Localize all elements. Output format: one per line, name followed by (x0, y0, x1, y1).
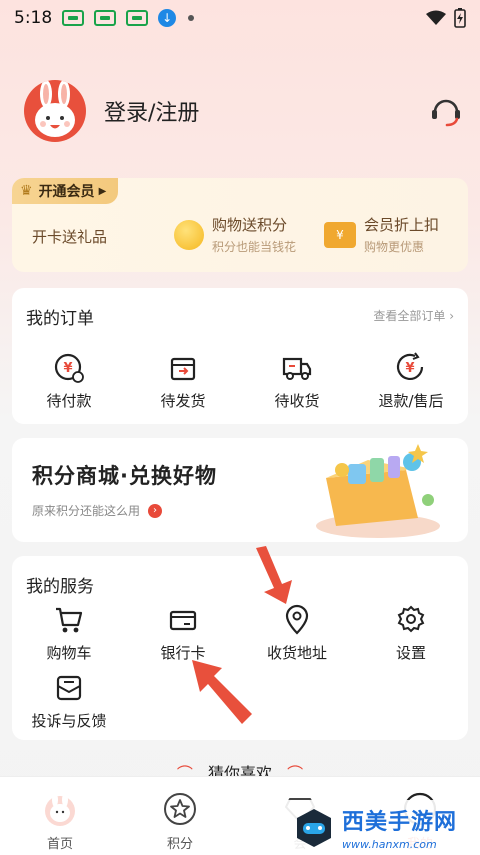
tab-label: 首页 (46, 837, 73, 852)
gamepad-logo-icon (297, 808, 331, 847)
watermark-url: www.hanxm.com (342, 838, 437, 851)
tab-home[interactable]: 首页 (0, 777, 120, 855)
star-icon (164, 793, 196, 825)
annotation-arrow-down (256, 546, 292, 604)
rabbit-home-icon (45, 793, 75, 826)
annotation-arrows (192, 546, 292, 724)
annotation-arrow-up (192, 660, 252, 724)
watermark-text: 西美手游网 (342, 810, 458, 835)
site-watermark: 西美手游网 www.hanxm.com (284, 800, 480, 855)
tab-label: 积分 (166, 837, 193, 852)
tab-points[interactable]: 积分 (120, 777, 240, 855)
